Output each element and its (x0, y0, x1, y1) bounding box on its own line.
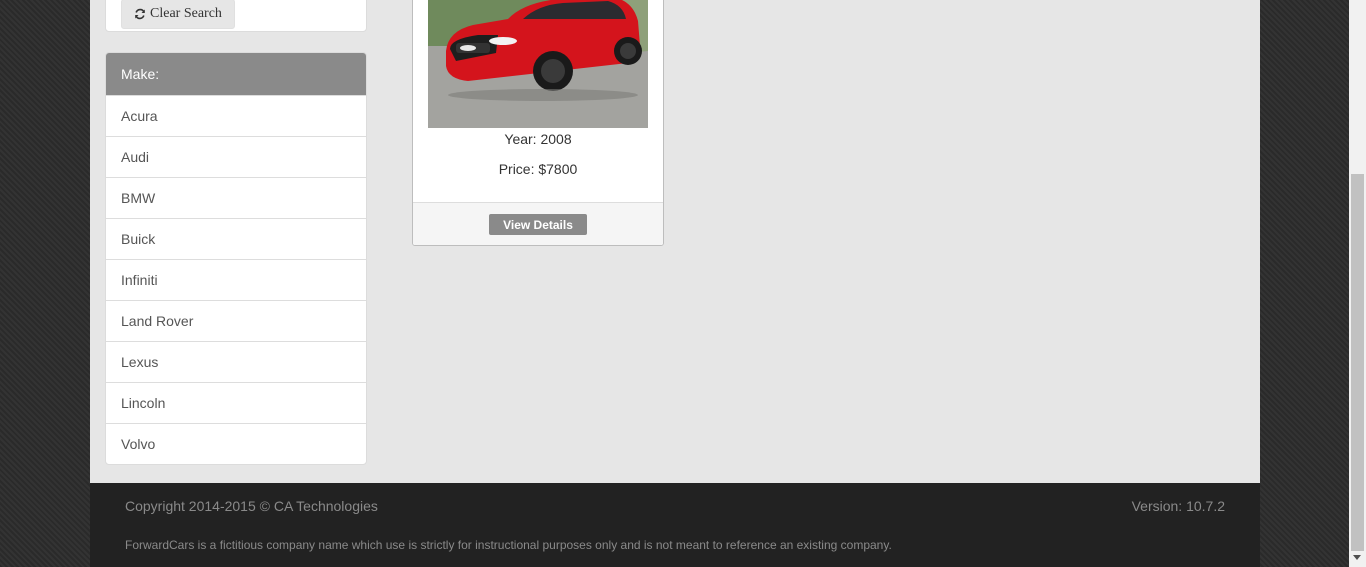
car-card: Year: 2008 Price: $7800 View Details (412, 0, 664, 246)
vertical-scrollbar[interactable] (1349, 0, 1366, 567)
scrollbar-thumb[interactable] (1351, 174, 1364, 551)
make-item-volvo[interactable]: Volvo (106, 423, 366, 464)
car-photo[interactable] (428, 0, 648, 128)
view-details-button[interactable]: View Details (489, 214, 587, 235)
main-container: Clear Search Make: Acura Audi BMW Buick … (90, 0, 1260, 483)
scroll-down-arrow-icon[interactable] (1353, 555, 1361, 560)
version-text: Version: 10.7.2 (1131, 498, 1225, 514)
car-illustration (428, 0, 648, 128)
car-year: Year: 2008 (504, 131, 572, 147)
disclaimer-text: ForwardCars is a fictitious company name… (125, 538, 892, 552)
make-item-lincoln[interactable]: Lincoln (106, 382, 366, 423)
make-item-infiniti[interactable]: Infiniti (106, 259, 366, 300)
make-item-buick[interactable]: Buick (106, 218, 366, 259)
make-item-audi[interactable]: Audi (106, 136, 366, 177)
make-item-lexus[interactable]: Lexus (106, 341, 366, 382)
make-item-bmw[interactable]: BMW (106, 177, 366, 218)
make-item-land-rover[interactable]: Land Rover (106, 300, 366, 341)
car-price: Price: $7800 (498, 161, 578, 177)
card-footer: View Details (413, 202, 663, 245)
clear-search-label: Clear Search (150, 6, 222, 21)
clear-search-button[interactable]: Clear Search (121, 0, 235, 29)
make-filter-panel: Make: Acura Audi BMW Buick Infiniti Land… (105, 52, 367, 465)
make-item-acura[interactable]: Acura (106, 95, 366, 136)
make-header: Make: (106, 53, 366, 95)
copyright-text: Copyright 2014-2015 © CA Technologies (125, 498, 378, 514)
page-footer: Copyright 2014-2015 © CA Technologies Ve… (90, 483, 1260, 567)
search-panel: Clear Search (105, 0, 367, 32)
refresh-icon (135, 8, 145, 20)
